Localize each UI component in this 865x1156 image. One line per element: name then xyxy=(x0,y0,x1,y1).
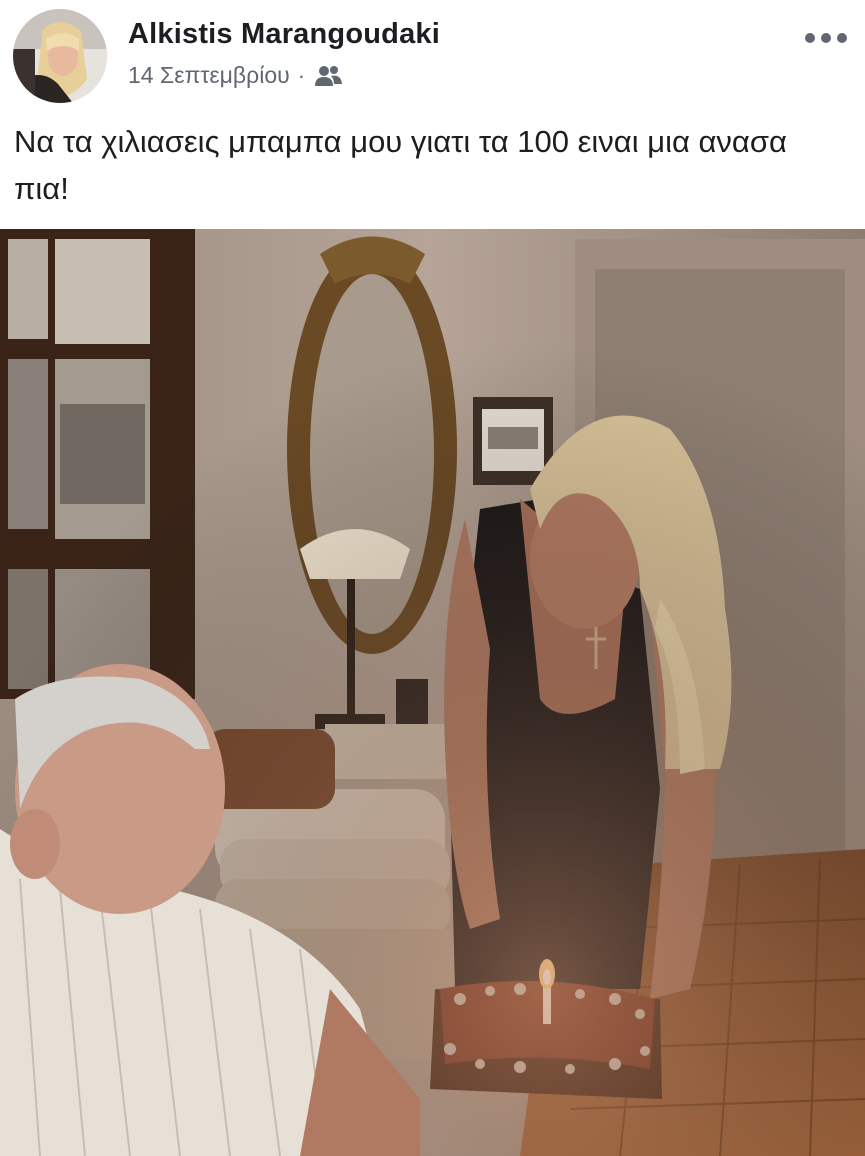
friends-icon[interactable] xyxy=(313,64,343,88)
post-date[interactable]: 14 Σεπτεμβρίου xyxy=(128,62,290,89)
more-options-icon[interactable] xyxy=(805,28,847,48)
post-caption: Να τα χιλιασεις μπαμπα μου γιατι τα 100 … xyxy=(14,124,787,206)
author-avatar[interactable] xyxy=(13,9,107,103)
more-dot xyxy=(821,33,831,43)
post-photo[interactable] xyxy=(0,229,865,1156)
facebook-post: Alkistis Marangoudaki 14 Σεπτεμβρίου · Ν… xyxy=(0,0,865,1156)
more-dot xyxy=(837,33,847,43)
author-name[interactable]: Alkistis Marangoudaki xyxy=(128,18,440,51)
post-meta: 14 Σεπτεμβρίου · xyxy=(128,62,343,89)
meta-separator: · xyxy=(297,62,306,88)
more-dot xyxy=(805,33,815,43)
birthday-photo-image xyxy=(0,229,865,1156)
avatar-image xyxy=(13,9,107,103)
post-header: Alkistis Marangoudaki 14 Σεπτεμβρίου · xyxy=(0,0,865,110)
